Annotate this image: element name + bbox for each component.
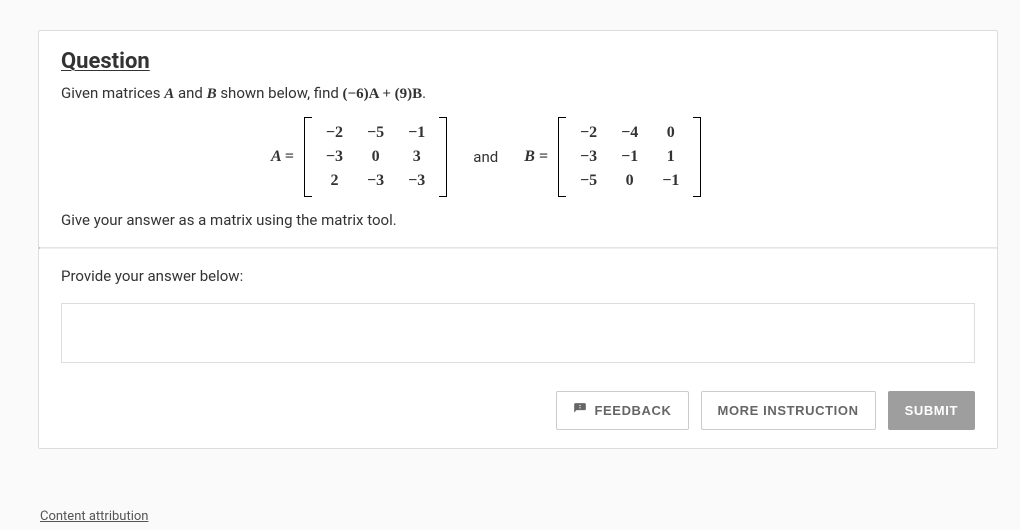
matrix-a: −2 −5 −1 −3 0 3 2 −3 −3	[304, 117, 447, 197]
matrix-cell: −5	[355, 121, 396, 145]
matrix-cell: −1	[650, 169, 691, 193]
matrices-row: A = −2 −5 −1 −3 0 3	[271, 117, 975, 197]
feedback-icon	[573, 402, 587, 419]
matrix-b: −2 −4 0 −3 −1 1 −5 0 −1	[558, 117, 701, 197]
prompt-text: Given matrices	[61, 84, 164, 102]
var-a: A	[164, 86, 174, 102]
prompt-text: .	[422, 84, 426, 102]
question-section: Question Given matrices A and B shown be…	[39, 31, 997, 247]
more-instruction-button[interactable]: MORE INSTRUCTION	[701, 391, 876, 430]
matrix-cell: −3	[314, 145, 355, 169]
matrix-cell: −2	[314, 121, 355, 145]
matrix-cell: −5	[568, 169, 609, 193]
answer-hint: Give your answer as a matrix using the m…	[61, 211, 975, 229]
matrix-cell: 0	[609, 169, 650, 193]
submit-button[interactable]: SUBMIT	[888, 391, 975, 430]
and-word: and	[473, 148, 498, 166]
matrix-cell: −1	[396, 121, 437, 145]
prompt-text: shown below, find	[217, 84, 343, 102]
content-attribution-link[interactable]: Content attribution	[40, 509, 148, 524]
matrix-a-label: A =	[271, 148, 294, 166]
feedback-label: FEEDBACK	[594, 403, 671, 418]
matrix-cell: −3	[355, 169, 396, 193]
matrix-cell: −2	[568, 121, 609, 145]
question-prompt: Given matrices A and B shown below, find…	[61, 84, 975, 103]
var-b: B	[207, 86, 217, 102]
question-card: Question Given matrices A and B shown be…	[38, 30, 998, 449]
feedback-button[interactable]: FEEDBACK	[556, 391, 688, 430]
more-instruction-label: MORE INSTRUCTION	[718, 403, 859, 418]
matrix-a-wrap: A = −2 −5 −1 −3 0 3	[271, 117, 447, 197]
matrix-b-wrap: B = −2 −4 0 −3 −1 1	[524, 117, 701, 197]
answer-input[interactable]	[61, 303, 975, 363]
submit-label: SUBMIT	[905, 403, 958, 418]
matrix-cell: −3	[568, 145, 609, 169]
prompt-text: and	[174, 84, 206, 102]
matrix-cell: −3	[396, 169, 437, 193]
question-heading: Question	[61, 49, 975, 74]
matrix-cell: 0	[650, 121, 691, 145]
matrix-cell: 2	[314, 169, 355, 193]
matrix-cell: 3	[396, 145, 437, 169]
matrix-cell: −4	[609, 121, 650, 145]
answer-label: Provide your answer below:	[39, 249, 997, 303]
matrix-cell: 0	[355, 145, 396, 169]
matrix-cell: −1	[609, 145, 650, 169]
matrix-b-label: B =	[524, 148, 548, 166]
matrix-cell: 1	[650, 145, 691, 169]
button-row: FEEDBACK MORE INSTRUCTION SUBMIT	[39, 381, 997, 448]
expression: (−6)A + (9)B	[343, 86, 423, 102]
